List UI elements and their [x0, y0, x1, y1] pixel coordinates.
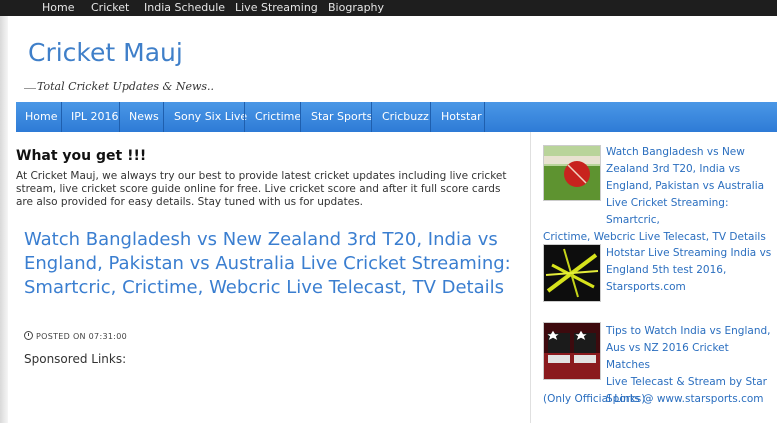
sponsored-links-label: Sponsored Links: — [24, 352, 127, 366]
top-bar: Home Cricket India Schedule Live Streami… — [0, 0, 777, 16]
cricket-ball-icon — [544, 146, 600, 200]
site-tagline: Total Cricket Updates & News.. — [37, 80, 215, 93]
topnav-live-streaming[interactable]: Live Streaming — [235, 0, 318, 16]
nav-hotstar[interactable]: Hotstar — [441, 102, 482, 132]
sidebar-post-3-line: Aus vs NZ 2016 Cricket Matches — [606, 342, 729, 371]
sidebar-post-2-line: Hotstar Live Streaming India vs — [606, 247, 772, 259]
nav-home[interactable]: Home — [25, 102, 57, 132]
hotstar-star-icon — [544, 245, 600, 301]
main-nav: Home IPL 2016 News Sony Six Live Crictim… — [16, 102, 777, 132]
sidebar-post-3-line: (Only Official Links) — [543, 393, 646, 405]
sidebar-post-1-line: England, Pakistan vs Australia — [606, 180, 765, 192]
nav-separator — [119, 102, 120, 132]
nav-star-sports[interactable]: Star Sports — [311, 102, 372, 132]
nav-sony-six-live[interactable]: Sony Six Live — [174, 102, 247, 132]
topnav-home[interactable]: Home — [42, 0, 74, 16]
nav-separator — [244, 102, 245, 132]
sidebar-post-1-line: Zealand 3rd T20, India vs — [606, 163, 741, 175]
topnav-cricket[interactable]: Cricket — [91, 0, 129, 16]
page-left-shadow — [0, 16, 8, 423]
section-heading: What you get !!! — [16, 148, 147, 164]
sidebar-post-2-line: England 5th test 2016, — [606, 264, 727, 276]
site-title[interactable]: Cricket Mauj — [28, 38, 183, 67]
intro-text: At Cricket Mauj, we always try our best … — [16, 170, 507, 208]
cricket-ball-thumbnail[interactable] — [543, 145, 601, 201]
star-sports-hd-icon — [544, 323, 600, 379]
sidebar-post-3-line: Tips to Watch India vs England, — [606, 325, 771, 337]
sidebar-post-1-link[interactable]: Watch Bangladesh vs New Zealand 3rd T20,… — [606, 144, 774, 195]
sidebar-divider — [530, 132, 531, 423]
star-sports-hd-thumbnail[interactable] — [543, 322, 601, 380]
nav-ipl-2016[interactable]: IPL 2016 — [71, 102, 119, 132]
sidebar-post-1-link-cont[interactable]: Live Cricket Streaming: Smartcric, Crict… — [543, 195, 777, 246]
sidebar-post-3-line: Live Telecast & Stream by Star — [606, 376, 767, 388]
nav-news[interactable]: News — [129, 102, 159, 132]
nav-cricbuzz[interactable]: Cricbuzz — [382, 102, 429, 132]
nav-separator — [484, 102, 485, 132]
topnav-biography[interactable]: Biography — [328, 0, 384, 16]
nav-separator — [61, 102, 62, 132]
nav-crictime[interactable]: Crictime — [255, 102, 301, 132]
nav-separator — [430, 102, 431, 132]
sidebar-post-1-line: Live Cricket Streaming: Smartcric, — [606, 197, 729, 226]
post-date: POSTED ON 07:31:00 — [24, 331, 127, 341]
sidebar-post-1-line: Watch Bangladesh vs New — [606, 146, 745, 158]
hotstar-thumbnail[interactable] — [543, 244, 601, 302]
topnav-india-schedule[interactable]: India Schedule — [144, 0, 225, 16]
sidebar-post-2-line: Starsports.com — [606, 281, 686, 293]
sidebar-post-3-link-cont[interactable]: (Only Official Links) — [543, 391, 777, 408]
nav-separator — [163, 102, 164, 132]
sidebar-post-2-link[interactable]: Hotstar Live Streaming India vs England … — [606, 245, 774, 296]
tagline-divider — [24, 88, 36, 89]
posted-on-label: POSTED ON 07:31:00 — [36, 332, 127, 341]
nav-separator — [300, 102, 301, 132]
post-title-link[interactable]: Watch Bangladesh vs New Zealand 3rd T20,… — [24, 228, 524, 300]
nav-separator — [371, 102, 372, 132]
clock-icon — [24, 331, 33, 340]
